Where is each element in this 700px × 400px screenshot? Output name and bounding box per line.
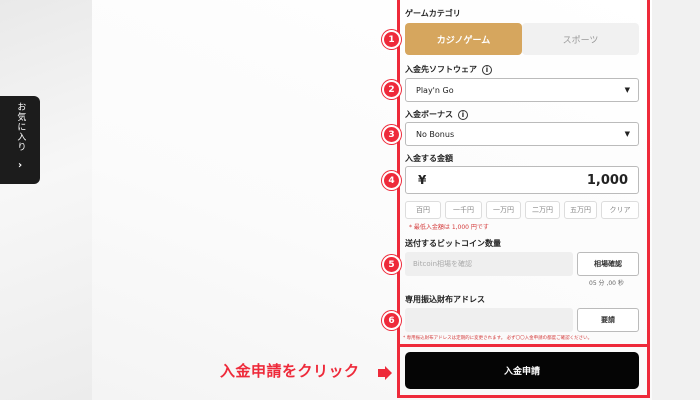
- page-background-left: [0, 0, 92, 400]
- category-casino-button[interactable]: カジノゲーム: [405, 23, 522, 55]
- wallet-address-label: 専用振込財布アドレス: [405, 294, 485, 305]
- quick-amount-10000[interactable]: 一万円: [486, 201, 521, 219]
- caret-down-icon: ▼: [624, 86, 630, 94]
- amount-value: 1,000: [586, 172, 628, 188]
- amount-label: 入金する金額: [405, 153, 453, 164]
- step-marker: 4: [382, 171, 401, 190]
- highlight-divider: [397, 344, 650, 347]
- software-label-text: 入金先ソフトウェア: [405, 65, 477, 74]
- info-icon[interactable]: i: [482, 64, 492, 75]
- quick-amount-100[interactable]: 百円: [405, 201, 441, 219]
- request-address-button[interactable]: 要請: [577, 308, 639, 332]
- favorites-label: お気に入り: [15, 102, 26, 152]
- amount-input[interactable]: ¥ 1,000: [405, 166, 639, 194]
- quick-amount-20000[interactable]: 二万円: [525, 201, 560, 219]
- deposit-request-button[interactable]: 入金申請: [405, 352, 639, 389]
- arrow-right-icon: [378, 366, 392, 380]
- rate-timer: 05 分 ,00 秒: [589, 280, 624, 287]
- step-marker: 2: [382, 80, 401, 99]
- page-background-right: [652, 0, 700, 400]
- bitcoin-amount-label: 送付するビットコイン数量: [405, 238, 501, 249]
- step-marker: 1: [382, 30, 401, 49]
- software-select[interactable]: Play'n Go ▼: [405, 78, 639, 102]
- bonus-select[interactable]: No Bonus ▼: [405, 122, 639, 146]
- category-sports-button[interactable]: スポーツ: [522, 23, 639, 55]
- step-marker: 5: [382, 255, 401, 274]
- bonus-label-text: 入金ボーナス: [405, 110, 453, 119]
- wallet-address-label-text: 専用振込財布アドレス: [405, 295, 485, 304]
- wallet-address-note: * 専用振込財布アドレスは定期的に変更されます。 必ず〇〇入金申請の都度ご確認く…: [403, 336, 593, 341]
- check-rate-button[interactable]: 相場確認: [577, 252, 639, 276]
- game-category-label: ゲームカテゴリ: [405, 8, 461, 19]
- bonus-select-value: No Bonus: [416, 129, 455, 139]
- wallet-address-field[interactable]: [405, 308, 573, 332]
- caret-down-icon: ▼: [624, 130, 630, 138]
- bonus-label: 入金ボーナス i: [405, 109, 468, 120]
- software-select-value: Play'n Go: [416, 85, 454, 95]
- quick-amount-1000[interactable]: 一千円: [445, 201, 482, 219]
- currency-symbol: ¥: [418, 173, 427, 187]
- quick-amount-clear[interactable]: クリア: [601, 201, 639, 219]
- minimum-deposit-note: * 最低入金額は 1,000 円です: [409, 224, 489, 231]
- step-marker: 3: [382, 125, 401, 144]
- amount-label-text: 入金する金額: [405, 154, 453, 163]
- bitcoin-amount-label-text: 送付するビットコイン数量: [405, 239, 501, 248]
- callout-text: 入金申請をクリック: [220, 362, 360, 380]
- favorites-tab[interactable]: お気に入り ›: [0, 96, 40, 184]
- chevron-right-icon: ›: [17, 160, 23, 171]
- bitcoin-amount-field[interactable]: Bitcoin相場を確認: [405, 252, 573, 276]
- quick-amount-50000[interactable]: 五万円: [564, 201, 597, 219]
- info-icon[interactable]: i: [458, 109, 468, 120]
- software-label: 入金先ソフトウェア i: [405, 64, 492, 75]
- game-category-label-text: ゲームカテゴリ: [405, 9, 461, 18]
- step-marker: 6: [382, 311, 401, 330]
